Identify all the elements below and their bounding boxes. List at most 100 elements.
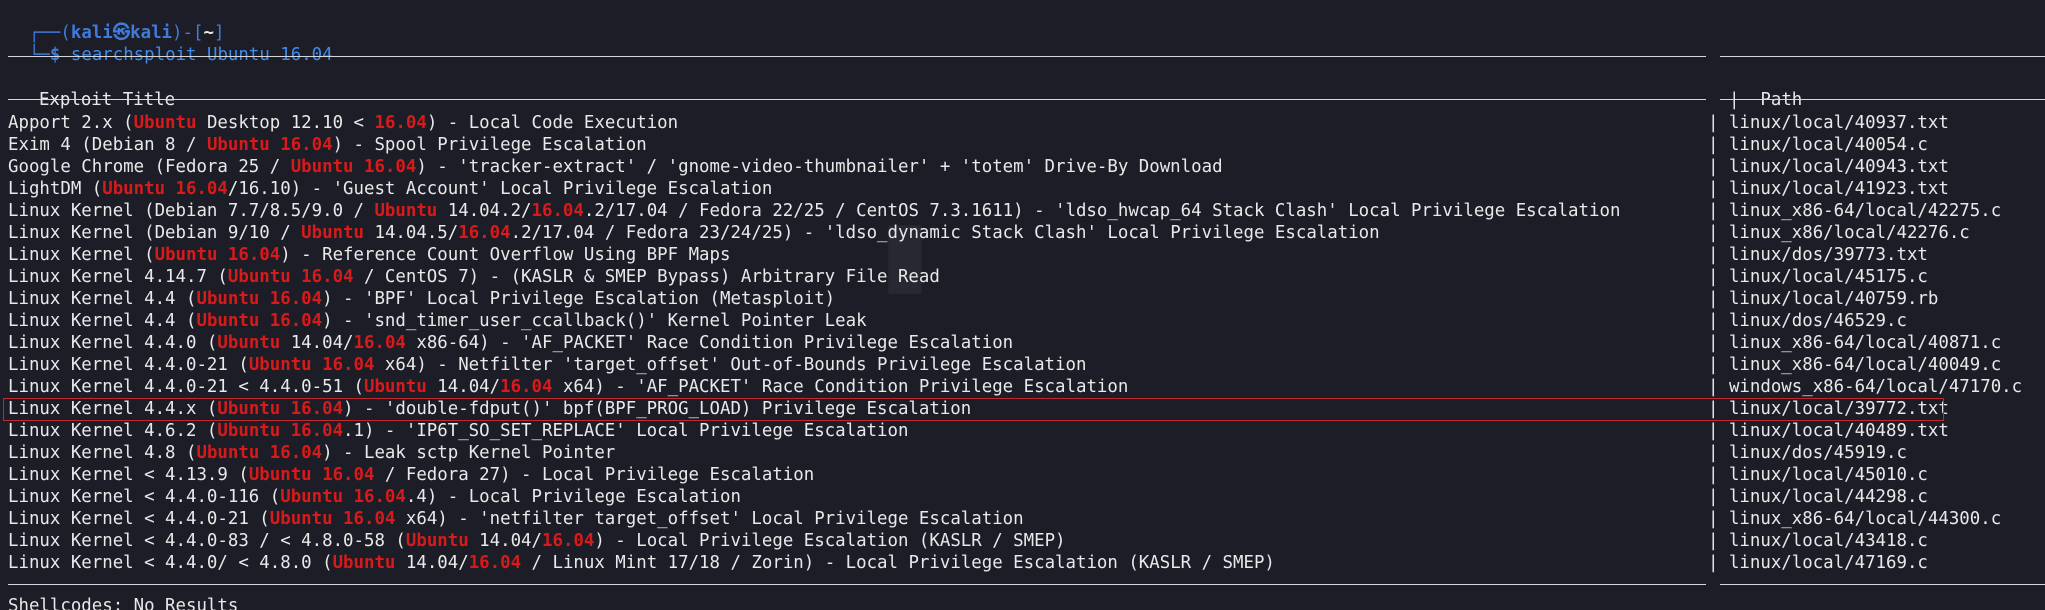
result-path[interactable]: | linux/local/40054.c (1708, 134, 1928, 156)
result-path[interactable]: | linux_x86-64/local/40871.c (1708, 332, 2001, 354)
column-separator: | (1708, 245, 1729, 265)
exploit-title-text: Linux Kernel 4.4 ( (8, 289, 197, 309)
result-row[interactable]: Linux Kernel 4.4.0-21 < 4.4.0-51 (Ubuntu… (8, 376, 1128, 398)
result-path[interactable]: | linux_x86/local/42276.c (1708, 222, 1970, 244)
result-row[interactable]: Exim 4 (Debian 8 / Ubuntu 16.04) - Spool… (8, 134, 647, 156)
exploit-title-text: Linux Kernel < 4.4.0-83 / < 4.8.0-58 ( (8, 531, 406, 551)
search-term-highlight: Ubuntu (332, 553, 396, 573)
exploit-title-text: Linux Kernel (Debian 7.7/8.5/9.0 / (8, 201, 375, 221)
exploit-title-text: x64) - 'AF_PACKET' Race Condition Privil… (552, 377, 1129, 397)
column-separator: | (1708, 465, 1729, 485)
search-term-highlight: Ubuntu 16.04 (206, 135, 333, 155)
exploit-title-text: / Fedora 27) - Local Privilege Escalatio… (374, 465, 815, 485)
result-row[interactable]: Linux Kernel 4.8 (Ubuntu 16.04) - Leak s… (8, 442, 615, 464)
result-path[interactable]: | linux/local/47169.c (1708, 552, 1928, 574)
result-path[interactable]: | linux/local/40943.txt (1708, 156, 1949, 178)
result-path[interactable]: | windows_x86-64/local/47170.c (1708, 376, 2022, 398)
footer-rule-right (1720, 584, 2045, 585)
result-path[interactable]: | linux/local/40937.txt (1708, 112, 1949, 134)
search-term-highlight: Ubuntu (217, 333, 281, 353)
exploit-title-text: Linux Kernel ( (8, 245, 155, 265)
header-bottom-rule-left (8, 99, 1706, 100)
exploit-title-text: .2/17.04 / Fedora 23/24/25) - 'ldso_dyna… (510, 223, 1380, 243)
column-separator: | (1708, 333, 1729, 353)
column-separator: | (1708, 289, 1729, 309)
search-term-highlight: Ubuntu 16.04 (290, 157, 417, 177)
prompt-symbol: $ (49, 45, 61, 65)
path-text: linux/local/44298.c (1728, 487, 1928, 507)
search-term-highlight: 16.04 (458, 223, 511, 243)
result-row[interactable]: Linux Kernel 4.4 (Ubuntu 16.04) - 'snd_t… (8, 310, 867, 332)
search-term-highlight: Ubuntu 16.04 (196, 443, 323, 463)
result-row[interactable]: Linux Kernel < 4.4.0/ < 4.8.0 (Ubuntu 14… (8, 552, 1275, 574)
exploit-title-text: / CentOS 7) - (KASLR & SMEP Bypass) Arbi… (353, 267, 940, 287)
search-term-highlight: Ubuntu (133, 113, 197, 133)
result-path[interactable]: | linux/dos/46529.c (1708, 310, 1907, 332)
search-term-highlight: Ubuntu 16.04 (227, 267, 354, 287)
exploit-title-text: ) - Local Code Execution (426, 113, 679, 133)
result-row[interactable]: Linux Kernel 4.4.0-21 (Ubuntu 16.04 x64)… (8, 354, 1086, 376)
result-path[interactable]: | linux/dos/45919.c (1708, 442, 1907, 464)
result-row[interactable]: Linux Kernel 4.4.0 (Ubuntu 14.04/16.04 x… (8, 332, 1013, 354)
path-text: linux/local/41923.txt (1728, 179, 1949, 199)
shellcodes-line: Shellcodes: No Results (8, 596, 239, 610)
result-path[interactable]: | linux/local/45175.c (1708, 266, 1928, 288)
result-path[interactable]: | linux/dos/39773.txt (1708, 244, 1928, 266)
result-path[interactable]: | linux/local/40489.txt (1708, 420, 1949, 442)
column-separator: | (1708, 355, 1729, 375)
path-text: linux/local/43418.c (1728, 531, 1928, 551)
column-separator: | (1708, 113, 1729, 133)
search-term-highlight: 16.04 (500, 377, 553, 397)
result-row[interactable]: Linux Kernel (Debian 7.7/8.5/9.0 / Ubunt… (8, 200, 1620, 222)
result-path[interactable]: | linux/local/40759.rb (1708, 288, 1938, 310)
prompt-corner-bottom: └─ (28, 45, 50, 65)
table-header: Exploit Title (8, 67, 175, 110)
column-separator: | (1708, 135, 1729, 155)
exploit-title-text: ) - 'BPF' Local Privilege Escalation (Me… (322, 289, 836, 309)
result-path[interactable]: | linux_x86-64/local/40049.c (1708, 354, 2001, 376)
search-term-highlight: 16.04 (531, 201, 584, 221)
result-row[interactable]: Linux Kernel < 4.4.0-83 / < 4.8.0-58 (Ub… (8, 530, 1066, 552)
result-path[interactable]: | linux_x86-64/local/44300.c (1708, 508, 2001, 530)
result-row[interactable]: Apport 2.x (Ubuntu Desktop 12.10 < 16.04… (8, 112, 678, 134)
result-path[interactable]: | linux/local/45010.c (1708, 464, 1928, 486)
path-text: linux_x86-64/local/40049.c (1728, 355, 2002, 375)
exploit-title-text: / Linux Mint 17/18 / Zorin) - Local Priv… (521, 553, 1275, 573)
column-separator: | (1708, 377, 1729, 397)
exploit-title-text: Linux Kernel 4.4.0 ( (8, 333, 218, 353)
footer-rule-left (8, 584, 1706, 585)
result-row[interactable]: Linux Kernel 4.14.7 (Ubuntu 16.04 / Cent… (8, 266, 940, 288)
exploit-title-text: 14.04/ (426, 377, 501, 397)
column-separator: | (1708, 443, 1729, 463)
header-path-col: Path (1760, 90, 1803, 110)
path-text: linux/dos/39773.txt (1728, 245, 1928, 265)
result-row[interactable]: Linux Kernel 4.4 (Ubuntu 16.04) - 'BPF' … (8, 288, 835, 310)
path-text: linux/local/40489.txt (1728, 421, 1949, 441)
path-text: linux_x86/local/42276.c (1728, 223, 1970, 243)
exploit-title-text: LightDM ( (8, 179, 103, 199)
result-row[interactable]: Linux Kernel < 4.4.0-21 (Ubuntu 16.04 x6… (8, 508, 1024, 530)
result-path[interactable]: | linux/local/43418.c (1708, 530, 1928, 552)
column-separator: | (1708, 267, 1729, 287)
result-row[interactable]: LightDM (Ubuntu 16.04/16.10) - 'Guest Ac… (8, 178, 772, 200)
result-path[interactable]: | linux_x86-64/local/42275.c (1708, 200, 2001, 222)
result-row[interactable]: Linux Kernel < 4.13.9 (Ubuntu 16.04 / Fe… (8, 464, 814, 486)
result-row[interactable]: Linux Kernel (Ubuntu 16.04) - Reference … (8, 244, 730, 266)
path-text: linux/local/45010.c (1728, 465, 1928, 485)
result-row[interactable]: Linux Kernel (Debian 9/10 / Ubuntu 14.04… (8, 222, 1380, 244)
exploit-title-text: ) - Reference Count Overflow Using BPF M… (280, 245, 731, 265)
result-path[interactable]: | linux/local/44298.c (1708, 486, 1928, 508)
result-path[interactable]: | linux/local/41923.txt (1708, 178, 1949, 200)
exploit-title-text: Desktop 12.10 < (196, 113, 375, 133)
command-line[interactable]: └─$ searchsploit Ubuntu 16.04 (8, 22, 333, 65)
exploit-title-text: Linux Kernel 4.14.7 ( (8, 267, 228, 287)
exploit-title-text: /16.10) - 'Guest Account' Local Privileg… (227, 179, 773, 199)
search-term-highlight: Ubuntu 16.04 (248, 465, 375, 485)
result-row[interactable]: Linux Kernel < 4.4.0-116 (Ubuntu 16.04.4… (8, 486, 741, 508)
command-text: searchsploit Ubuntu 16.04 (70, 45, 333, 65)
result-row[interactable]: Linux Kernel 4.6.2 (Ubuntu 16.04.1) - 'I… (8, 420, 908, 442)
exploit-title-text: Linux Kernel (Debian 9/10 / (8, 223, 302, 243)
exploit-title-text: ) - 'tracker-extract' / 'gnome-video-thu… (416, 157, 1223, 177)
path-text: linux/local/45175.c (1728, 267, 1928, 287)
result-row[interactable]: Google Chrome (Fedora 25 / Ubuntu 16.04)… (8, 156, 1223, 178)
